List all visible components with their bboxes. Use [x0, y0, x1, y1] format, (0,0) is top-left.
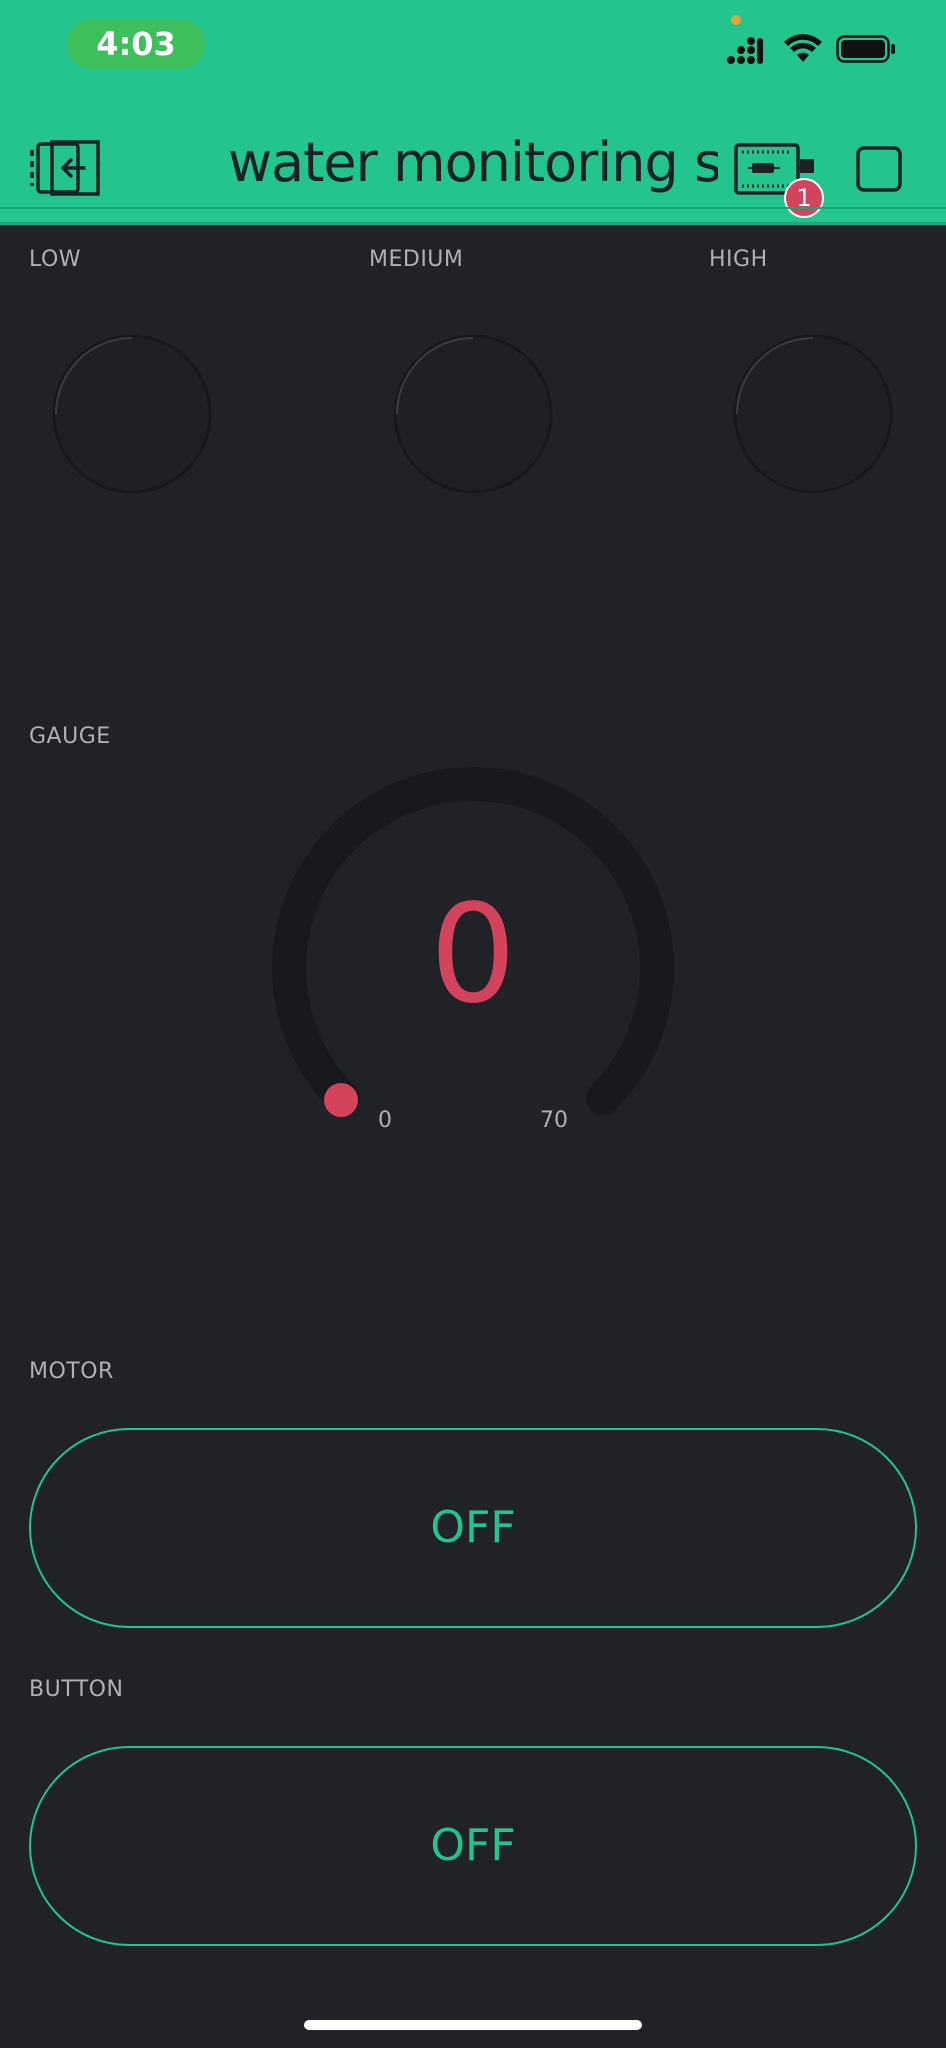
- device-count-badge: 1: [784, 178, 824, 218]
- battery-full-icon: [836, 35, 895, 63]
- motor-toggle-button[interactable]: OFF: [29, 1428, 917, 1628]
- privacy-indicator: [731, 15, 741, 25]
- gauge-value: 0: [429, 876, 517, 1034]
- button-label: BUTTON: [29, 1677, 124, 1702]
- stop-square-icon[interactable]: [855, 145, 903, 193]
- home-indicator[interactable]: [304, 2020, 642, 2030]
- header-divider: [0, 207, 946, 209]
- app-header: 4:03 water monitoring syste: [0, 0, 946, 225]
- status-time: 4:03: [67, 19, 205, 69]
- led-low-label: LOW: [29, 247, 82, 272]
- cellular-signal-icon: [727, 37, 763, 64]
- gauge-indicator-dot: [324, 1083, 358, 1117]
- led-medium: [393, 334, 553, 494]
- app-screen: 4:03 water monitoring syste: [0, 0, 946, 2048]
- led-high-label: HIGH: [709, 247, 768, 272]
- gauge-label: GAUGE: [29, 724, 111, 749]
- exit-icon[interactable]: [30, 140, 100, 196]
- led-low: [52, 334, 212, 494]
- led-medium-label: MEDIUM: [369, 247, 464, 272]
- gauge-max-label: 70: [540, 1108, 568, 1133]
- motor-label: MOTOR: [29, 1359, 114, 1384]
- wifi-icon: [784, 34, 822, 62]
- gauge-min-label: 0: [378, 1108, 392, 1133]
- button-toggle-button[interactable]: OFF: [29, 1746, 917, 1946]
- page-title: water monitoring system: [228, 131, 718, 194]
- led-high: [733, 334, 893, 494]
